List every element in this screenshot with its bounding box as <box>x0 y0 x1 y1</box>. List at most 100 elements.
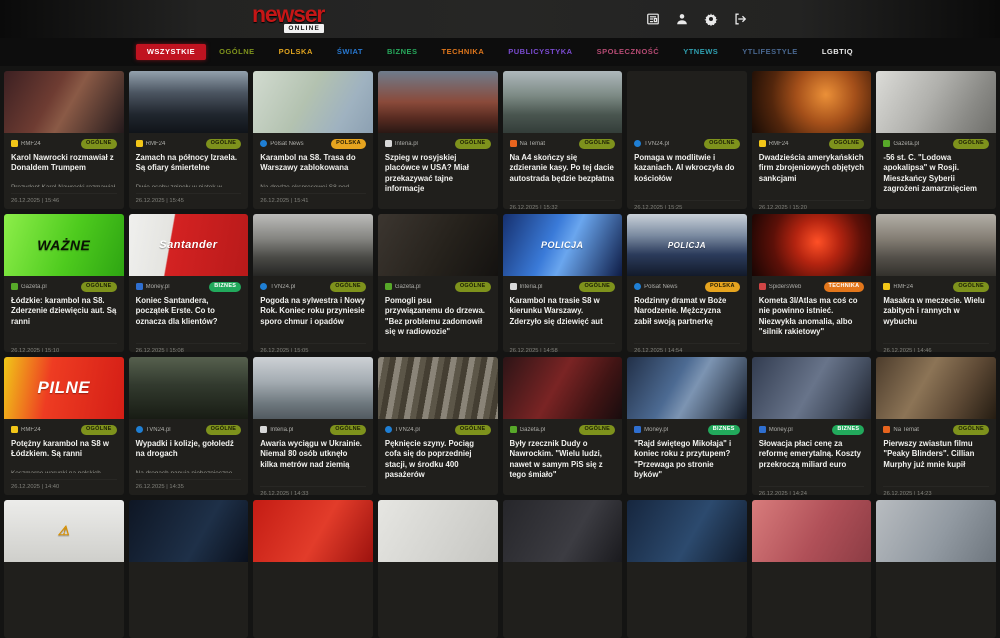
source-favicon <box>260 426 267 433</box>
source-favicon <box>260 140 267 147</box>
news-card[interactable] <box>253 500 373 638</box>
category-badge[interactable]: OGÓLNE <box>579 425 615 435</box>
news-card[interactable]: TVN24.pl OGÓLNE Pęknięcie szyny. Pociąg … <box>378 357 498 495</box>
article-title[interactable]: "Rajd świętego Mikołaja" i koniec roku z… <box>634 439 740 481</box>
category-badge[interactable]: OGÓLNE <box>579 282 615 292</box>
article-thumbnail <box>752 357 872 419</box>
article-title[interactable]: Na A4 skończy się zdzieranie kasy. Po te… <box>510 153 616 185</box>
article-title[interactable]: Pierwszy zwiastun filmu "Peaky Blinders"… <box>883 439 989 471</box>
article-title[interactable]: Rodzinny dramat w Boże Narodzenie. Mężcz… <box>634 296 740 328</box>
news-card[interactable] <box>627 500 747 638</box>
category-badge[interactable]: OGÓLNE <box>579 139 615 149</box>
category-badge[interactable]: OGÓLNE <box>81 282 117 292</box>
news-card[interactable]: RMF24 OGÓLNE Dwadzieścia amerykańskich f… <box>752 71 872 209</box>
article-title[interactable]: Dwadzieścia amerykańskich firm zbrojenio… <box>759 153 865 185</box>
news-card[interactable]: PILNE RMF24 OGÓLNE Potężny karambol na S… <box>4 357 124 495</box>
category-badge[interactable]: BIZNES <box>708 425 740 435</box>
news-card[interactable]: POLICJA Polsat News POLSKA Rodzinny dram… <box>627 214 747 352</box>
category-badge[interactable]: OGÓLNE <box>455 282 491 292</box>
tab-og-lne[interactable]: OGÓLNE <box>208 44 266 60</box>
category-badge[interactable]: BIZNES <box>209 282 241 292</box>
news-card[interactable]: TVN24.pl OGÓLNE Pomaga w modlitwie i kaz… <box>627 71 747 209</box>
article-title[interactable]: Pęknięcie szyny. Pociąg cofa się do popr… <box>385 439 491 481</box>
tab-technika[interactable]: TECHNIKA <box>431 44 496 60</box>
news-card[interactable]: RMF24 OGÓLNE Masakra w meczecie. Wielu z… <box>876 214 996 352</box>
news-card[interactable]: ⚠ <box>4 500 124 638</box>
news-card[interactable] <box>503 500 623 638</box>
article-title[interactable]: Pogoda na sylwestra i Nowy Rok. Koniec r… <box>260 296 366 328</box>
category-badge[interactable]: OGÓLNE <box>206 139 242 149</box>
news-card[interactable]: Santander Money.pl BIZNES Koniec Santand… <box>129 214 249 352</box>
article-title[interactable]: Karambol na S8. Trasa do Warszawy zablok… <box>260 153 366 174</box>
news-card[interactable]: Money.pl BIZNES Słowacja płaci cenę za r… <box>752 357 872 495</box>
news-card[interactable]: Gazeta.pl OGÓLNE -56 st. C. "Lodowa apok… <box>876 71 996 209</box>
news-card[interactable]: Interia.pl OGÓLNE Szpieg w rosyjskiej pl… <box>378 71 498 209</box>
article-title[interactable]: -56 st. C. "Lodowa apokalipsa" w Rosji. … <box>883 153 989 195</box>
news-card[interactable]: TVN24.pl OGÓLNE Pogoda na sylwestra i No… <box>253 214 373 352</box>
tab-publicystyka[interactable]: PUBLICYSTYKA <box>497 44 583 60</box>
news-card[interactable]: RMF24 OGÓLNE Zamach na północy Izraela. … <box>129 71 249 209</box>
category-badge[interactable]: OGÓLNE <box>704 139 740 149</box>
user-icon[interactable] <box>674 11 690 27</box>
article-title[interactable]: Były rzecznik Dudy o Nawrockim. "Wielu l… <box>510 439 616 481</box>
news-card[interactable]: Na Temat OGÓLNE Na A4 skończy się zdzier… <box>503 71 623 209</box>
tab-ytlifestyle[interactable]: YTLIFESTYLE <box>731 44 809 60</box>
tab-lgbtiq[interactable]: LGBTIQ <box>811 44 864 60</box>
news-card[interactable]: WAŻNE Gazeta.pl OGÓLNE Łódzkie: karambol… <box>4 214 124 352</box>
logout-icon[interactable] <box>732 11 748 27</box>
news-card[interactable] <box>876 500 996 638</box>
category-badge[interactable]: OGÓLNE <box>330 282 366 292</box>
news-card[interactable]: Gazeta.pl OGÓLNE Były rzecznik Dudy o Na… <box>503 357 623 495</box>
tab-ytnews[interactable]: YTNEWS <box>672 44 729 60</box>
article-title[interactable]: Łódzkie: karambol na S8. Zderzenie dziew… <box>11 296 117 328</box>
category-badge[interactable]: OGÓLNE <box>206 425 242 435</box>
news-card[interactable]: RMF24 OGÓLNE Karol Nawrocki rozmawiał z … <box>4 71 124 209</box>
news-card[interactable] <box>378 500 498 638</box>
article-title[interactable]: Kometa 3I/Atlas ma coś co nie powinno is… <box>759 296 865 338</box>
category-badge[interactable]: BIZNES <box>832 425 864 435</box>
news-card[interactable]: Polsat News POLSKA Karambol na S8. Trasa… <box>253 71 373 209</box>
category-badge[interactable]: OGÓLNE <box>455 139 491 149</box>
tab--wiat[interactable]: ŚWIAT <box>326 44 374 60</box>
news-card[interactable]: Interia.pl OGÓLNE Awaria wyciągu w Ukrai… <box>253 357 373 495</box>
category-badge[interactable]: OGÓLNE <box>953 282 989 292</box>
category-badge[interactable]: POLSKA <box>331 139 366 149</box>
article-title[interactable]: Masakra w meczecie. Wielu zabitych i ran… <box>883 296 989 328</box>
tab-wszystkie[interactable]: WSZYSTKIE <box>136 44 206 60</box>
news-card[interactable]: POLICJA Interia.pl OGÓLNE Karambol na tr… <box>503 214 623 352</box>
article-title[interactable]: Awaria wyciągu w Ukrainie. Niemal 80 osó… <box>260 439 366 471</box>
article-timestamp: 26.12.2025 | 14:58 <box>510 343 616 352</box>
article-title[interactable]: Karambol na trasie S8 w kierunku Warszaw… <box>510 296 616 328</box>
category-badge[interactable]: OGÓLNE <box>953 425 989 435</box>
article-title[interactable]: Wypadki i kolizje, gołoledź na drogach <box>136 439 242 460</box>
article-title[interactable]: Koniec Santandera, początek Erste. Co to… <box>136 296 242 328</box>
category-badge[interactable]: OGÓLNE <box>330 425 366 435</box>
news-card[interactable] <box>129 500 249 638</box>
article-title[interactable]: Zamach na północy Izraela. Są ofiary śmi… <box>136 153 242 174</box>
category-badge[interactable]: OGÓLNE <box>829 139 865 149</box>
category-badge[interactable]: TECHNIKA <box>824 282 865 292</box>
news-card[interactable]: Na Temat OGÓLNE Pierwszy zwiastun filmu … <box>876 357 996 495</box>
article-title[interactable]: Szpieg w rosyjskiej placówce w USA? Miał… <box>385 153 491 195</box>
tab-polska[interactable]: POLSKA <box>268 44 324 60</box>
article-title[interactable]: Słowacja płaci cenę za reformę emerytaln… <box>759 439 865 471</box>
site-logo[interactable]: newser ONLINE <box>252 6 324 33</box>
category-badge[interactable]: POLSKA <box>705 282 740 292</box>
category-badge[interactable]: OGÓLNE <box>953 139 989 149</box>
category-badge[interactable]: OGÓLNE <box>81 139 117 149</box>
category-badge[interactable]: OGÓLNE <box>81 425 117 435</box>
article-title[interactable]: Pomogli psu przywiązanemu do drzewa. "Be… <box>385 296 491 338</box>
article-title[interactable]: Karol Nawrocki rozmawiał z Donaldem Trum… <box>11 153 117 174</box>
tab-biznes[interactable]: BIZNES <box>376 44 429 60</box>
article-title[interactable]: Potężny karambol na S8 w Łódzkiem. Są ra… <box>11 439 117 460</box>
article-title[interactable]: Pomaga w modlitwie i kazaniach. AI wkroc… <box>634 153 740 185</box>
settings-icon[interactable] <box>703 11 719 27</box>
tab-spo-eczno-[interactable]: SPOŁECZNOŚĆ <box>586 44 671 60</box>
news-card[interactable]: TVN24.pl OGÓLNE Wypadki i kolizje, gołol… <box>129 357 249 495</box>
category-badge[interactable]: OGÓLNE <box>455 425 491 435</box>
news-card[interactable]: Money.pl BIZNES "Rajd świętego Mikołaja"… <box>627 357 747 495</box>
news-card[interactable]: SpidersWeb TECHNIKA Kometa 3I/Atlas ma c… <box>752 214 872 352</box>
news-card[interactable]: Gazeta.pl OGÓLNE Pomogli psu przywiązane… <box>378 214 498 352</box>
news-feed-icon[interactable] <box>645 11 661 27</box>
news-card[interactable] <box>752 500 872 638</box>
